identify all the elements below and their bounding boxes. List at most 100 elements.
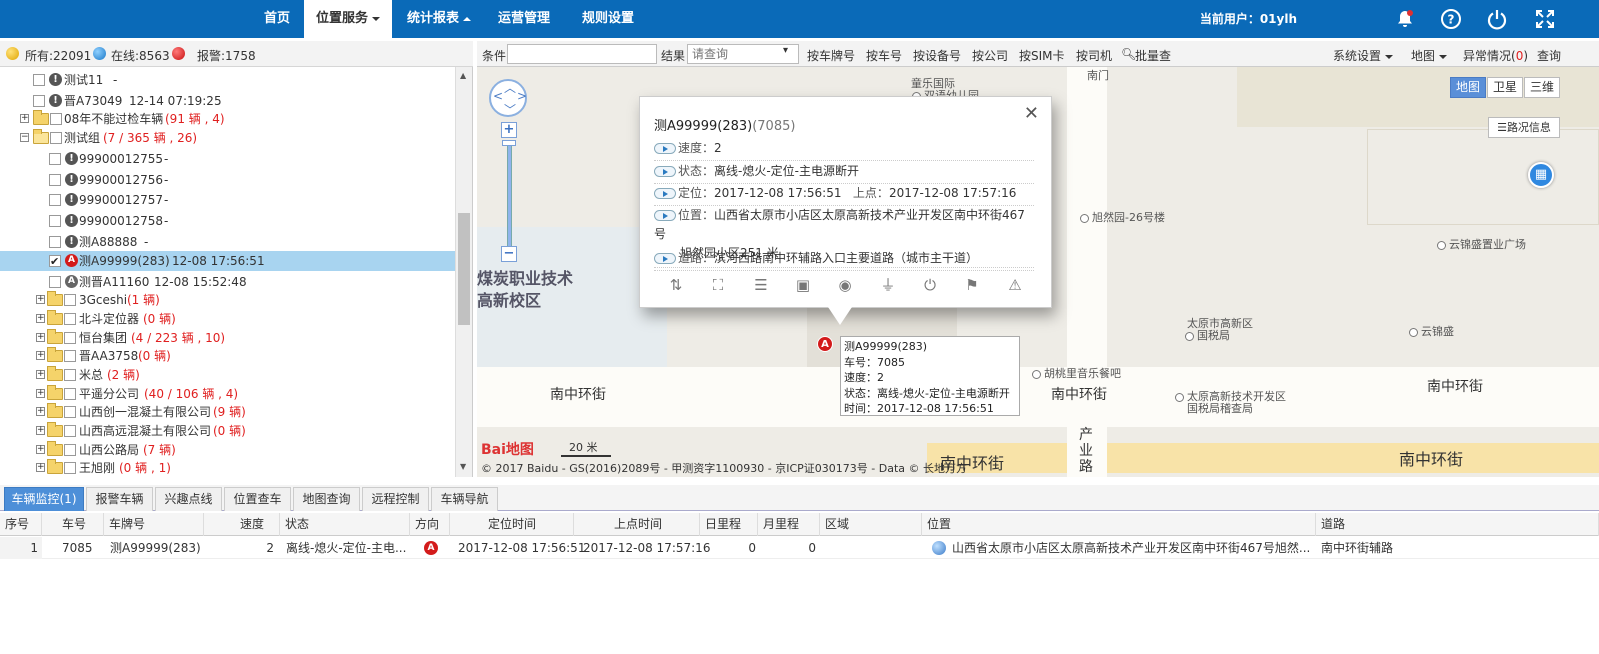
track-playback-icon[interactable]: ⇅ [666, 275, 686, 295]
tree-checkbox[interactable] [49, 276, 61, 288]
expand-icon[interactable]: + [36, 333, 45, 342]
col-road[interactable]: 道路 [1316, 513, 1599, 536]
col-vehicle-no[interactable]: 车号 [42, 513, 104, 536]
tree-checkbox-checked[interactable] [49, 252, 61, 272]
pan-down-icon[interactable]: ﹀ [504, 101, 516, 118]
tree-item[interactable]: ! 99900012758 - [0, 211, 455, 231]
tree-item[interactable]: ! 测试11 - [0, 70, 455, 90]
online-count[interactable]: 在线:8563 [111, 47, 170, 64]
col-plate[interactable]: 车牌号 [104, 513, 204, 536]
tree-checkbox[interactable] [49, 174, 61, 186]
tree-group[interactable]: + 晋AA3758 (0 辆) [0, 346, 455, 366]
nav-home[interactable]: 首页 [252, 0, 302, 38]
tree-checkbox[interactable] [49, 194, 61, 206]
tree-checkbox[interactable] [64, 369, 76, 381]
pan-right-icon[interactable]: > [517, 89, 527, 103]
tree-checkbox[interactable] [33, 95, 45, 107]
tree-checkbox[interactable] [50, 113, 62, 125]
tree-checkbox[interactable] [64, 462, 76, 474]
tree-group[interactable]: + 山西创一混凝土有限公司 (9 辆) [0, 402, 455, 422]
expand-icon[interactable]: + [36, 445, 45, 454]
tree-checkbox[interactable] [64, 313, 76, 325]
list-icon[interactable]: ☰ [751, 275, 771, 295]
power-plug-icon[interactable]: ⏻ [920, 275, 940, 295]
tab-location-search[interactable]: 位置查车 [224, 487, 291, 511]
system-settings-menu[interactable]: 系统设置 [1333, 47, 1394, 64]
tree-checkbox[interactable] [49, 153, 61, 165]
scroll-up-icon[interactable]: ▲ [460, 71, 466, 80]
zoom-slider[interactable] [507, 142, 512, 252]
camera-icon[interactable]: ◉ [835, 275, 855, 295]
col-area[interactable]: 区域 [820, 513, 922, 536]
tab-map-query[interactable]: 地图查询 [293, 487, 360, 511]
follow-icon[interactable]: ⛶ [708, 275, 728, 295]
maptype-map[interactable]: 地图 [1450, 77, 1486, 98]
pan-left-icon[interactable]: < [493, 89, 503, 103]
tree-checkbox[interactable] [50, 132, 62, 144]
tab-vehicle-monitor[interactable]: 车辆监控(1) [4, 487, 84, 511]
poi-yunjin[interactable]: 云锦盛 [1409, 323, 1454, 339]
tree-checkbox[interactable] [64, 294, 76, 306]
maptype-3d[interactable]: 三维 [1524, 77, 1560, 98]
col-index[interactable]: 序号 [0, 513, 42, 536]
tree-group[interactable]: + 北斗定位器 (0 辆) [0, 309, 455, 329]
tree-group[interactable]: + 王旭刚 (0 辆 , 1) [0, 458, 455, 477]
scrollbar-thumb[interactable] [458, 213, 470, 325]
tree-item[interactable]: ! 99900012756 - [0, 170, 455, 190]
tree-item[interactable]: A 测晋A11160 12-08 15:52:48 [0, 272, 455, 292]
fullscreen-icon[interactable] [1534, 8, 1556, 30]
query-button[interactable]: 查询 [1537, 47, 1561, 64]
scroll-down-icon[interactable]: ▼ [460, 462, 466, 471]
tree-checkbox[interactable] [64, 350, 76, 362]
tree-checkbox[interactable] [49, 215, 61, 227]
table-row[interactable]: 1 7085 测A99999(283) 2 离线-熄火-定位-主电... A 2… [0, 537, 1599, 559]
chevron-down-icon[interactable]: ▾ [783, 45, 788, 56]
col-direction[interactable]: 方向 [410, 513, 450, 536]
tree-checkbox[interactable] [64, 425, 76, 437]
search-by-plate[interactable]: 按车牌号 [807, 47, 855, 64]
all-count[interactable]: 所有:22091 [25, 47, 91, 64]
expand-icon[interactable]: + [36, 389, 45, 398]
tab-poi[interactable]: 兴趣点线 [155, 487, 222, 511]
search-by-number[interactable]: 按车号 [866, 47, 902, 64]
nav-operations[interactable]: 运营管理 [492, 0, 556, 38]
tree-group[interactable]: + 米总 (2 辆) [0, 365, 455, 385]
tree-checkbox[interactable] [64, 332, 76, 344]
tree-item[interactable]: ! 测A88888 - [0, 232, 455, 252]
pan-control[interactable]: ︿ ﹀ < > [489, 79, 527, 117]
expand-icon[interactable]: + [36, 426, 45, 435]
expand-icon[interactable]: + [36, 351, 45, 360]
maptype-satellite[interactable]: 卫星 [1487, 77, 1523, 98]
poi-south-gate[interactable]: 南门 [1087, 67, 1109, 83]
close-icon[interactable]: ✕ [1024, 103, 1039, 124]
tab-navigation[interactable]: 车辆导航 [431, 487, 498, 511]
warning-icon[interactable]: ⚠ [1005, 275, 1025, 295]
batch-search-button[interactable]: 批量查 [1135, 47, 1171, 64]
nav-statistics[interactable]: 统计报表 [398, 0, 480, 38]
expand-icon[interactable]: + [36, 463, 45, 472]
street-view-icon[interactable]: ▣ [793, 275, 813, 295]
col-monthly-mileage[interactable]: 月里程 [758, 513, 820, 536]
flag-icon[interactable]: ⚑ [962, 275, 982, 295]
zoom-handle[interactable] [502, 140, 516, 146]
nav-rules[interactable]: 规则设置 [570, 0, 646, 38]
grid-menu-icon[interactable]: ▦ [1528, 162, 1554, 188]
bell-icon[interactable] [1394, 8, 1416, 30]
tab-remote-control[interactable]: 远程控制 [362, 487, 429, 511]
tree-item-selected[interactable]: A 测A99999(283) 12-08 17:56:51 [0, 251, 455, 272]
tree-group[interactable]: + 08年不能过检车辆 (91 辆 , 4) [0, 109, 455, 129]
expand-icon[interactable]: + [36, 407, 45, 416]
tree-checkbox[interactable] [64, 406, 76, 418]
search-by-device[interactable]: 按设备号 [913, 47, 961, 64]
zoom-in-button[interactable]: + [501, 122, 517, 138]
tree-checkbox[interactable] [49, 236, 61, 248]
tree-group[interactable]: − 测试组 (7 / 365 辆 , 26) [0, 128, 455, 148]
alarm-count[interactable]: 报警:1758 [197, 47, 256, 64]
col-status[interactable]: 状态 [280, 513, 410, 536]
tab-alarm-vehicles[interactable]: 报警车辆 [86, 487, 153, 511]
tree-group[interactable]: + 3Gceshi (1 辆) [0, 290, 455, 310]
exception-link[interactable]: 异常情况(0) [1463, 47, 1528, 64]
poi-walnut[interactable]: 胡桃里音乐餐吧 [1032, 365, 1121, 381]
expand-icon[interactable]: + [36, 295, 45, 304]
traffic-info-button[interactable]: ☰路况信息 [1488, 117, 1560, 138]
